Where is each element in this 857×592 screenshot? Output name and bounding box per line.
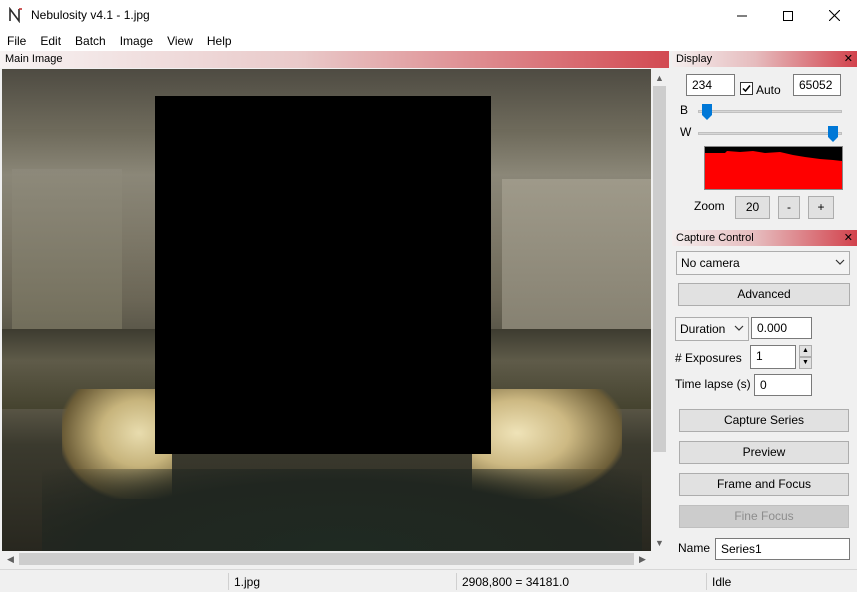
- scroll-left-icon[interactable]: ◀: [2, 551, 19, 568]
- w-slider-thumb[interactable]: [827, 126, 838, 142]
- background-wall-panel: [502, 179, 651, 329]
- redaction-block: [155, 96, 491, 454]
- display-title: Display: [676, 53, 713, 65]
- horizontal-scrollbar[interactable]: ◀ ▶: [2, 551, 651, 567]
- jacket: [42, 469, 642, 551]
- status-state: Idle: [712, 575, 732, 589]
- nebulosity-logo-icon: [9, 7, 22, 23]
- exposures-input[interactable]: 1: [750, 345, 796, 369]
- image-viewport[interactable]: [2, 69, 651, 551]
- scroll-right-icon[interactable]: ▶: [634, 551, 651, 568]
- main-image-header: Main Image: [0, 51, 669, 68]
- histogram: [704, 146, 843, 190]
- app-window: Nebulosity v4.1 - 1.jpg File Edit Batch …: [0, 0, 857, 592]
- vertical-scrollbar[interactable]: ▲ ▼: [651, 69, 668, 551]
- scroll-up-icon[interactable]: ▲: [651, 69, 668, 86]
- vertical-scroll-thumb[interactable]: [653, 86, 666, 452]
- checkmark-icon: [742, 85, 751, 93]
- background-wall-panel-left: [12, 169, 122, 329]
- main-image-panel: Main Image ▲ ▼ ◀ ▶: [0, 51, 669, 567]
- chevron-down-icon: [734, 325, 744, 331]
- capture-header: Capture Control ✕: [672, 230, 857, 246]
- capture-series-button[interactable]: Capture Series: [679, 409, 849, 432]
- menu-help[interactable]: Help: [200, 31, 239, 51]
- close-panel-icon[interactable]: ✕: [844, 231, 853, 244]
- menu-edit[interactable]: Edit: [33, 31, 68, 51]
- b-slider-label: B: [680, 103, 689, 117]
- menu-view[interactable]: View: [160, 31, 200, 51]
- spin-down-icon[interactable]: ▼: [799, 357, 812, 369]
- minimize-icon: [737, 15, 747, 16]
- fine-focus-button[interactable]: Fine Focus: [679, 505, 849, 528]
- menu-image[interactable]: Image: [113, 31, 160, 51]
- scroll-down-icon[interactable]: ▼: [651, 534, 668, 551]
- timelapse-label: Time lapse (s): [675, 377, 751, 391]
- exposures-label: # Exposures: [675, 351, 742, 365]
- duration-select[interactable]: Duration: [675, 317, 749, 341]
- auto-checkbox[interactable]: [740, 82, 753, 95]
- zoom-value-button[interactable]: 20: [735, 196, 770, 219]
- b-slider-thumb[interactable]: [702, 104, 713, 120]
- spin-up-icon[interactable]: ▲: [799, 345, 812, 357]
- horizontal-scroll-thumb[interactable]: [19, 553, 634, 565]
- close-button[interactable]: [811, 0, 857, 31]
- histogram-fill: [705, 151, 842, 189]
- timelapse-input[interactable]: 0: [754, 374, 812, 396]
- window-title: Nebulosity v4.1 - 1.jpg: [31, 8, 150, 22]
- black-point-input[interactable]: 234: [686, 74, 735, 96]
- minimize-button[interactable]: [719, 0, 765, 31]
- status-separator: [706, 573, 707, 590]
- capture-title: Capture Control: [676, 232, 754, 244]
- status-bar: 1.jpg 2908,800 = 34181.0 Idle: [0, 569, 857, 592]
- menu-batch[interactable]: Batch: [68, 31, 113, 51]
- status-filename: 1.jpg: [234, 575, 261, 589]
- maximize-icon: [783, 10, 793, 21]
- b-slider-track[interactable]: [698, 110, 842, 113]
- status-pixel-readout: 2908,800 = 34181.0: [462, 575, 570, 589]
- w-slider-label: W: [680, 125, 692, 139]
- w-slider-track[interactable]: [698, 132, 842, 135]
- status-separator: [456, 573, 457, 590]
- camera-select-value: No camera: [681, 256, 740, 270]
- name-label: Name: [678, 541, 711, 555]
- chevron-down-icon: [835, 259, 845, 265]
- menu-bar: File Edit Batch Image View Help: [0, 31, 857, 51]
- capture-control-panel: Capture Control ✕ No camera Advanced Dur…: [672, 230, 857, 567]
- series-name-input[interactable]: Series1: [715, 538, 850, 560]
- title-bar: Nebulosity v4.1 - 1.jpg: [0, 0, 857, 31]
- auto-label: Auto: [756, 83, 781, 97]
- advanced-button[interactable]: Advanced: [678, 283, 850, 306]
- display-panel: Display ✕ 234 Auto 65052 B W Zoom 20 - +: [672, 51, 857, 226]
- close-panel-icon[interactable]: ✕: [844, 52, 853, 65]
- duration-input[interactable]: 0.000: [751, 317, 812, 339]
- zoom-in-button[interactable]: +: [808, 196, 834, 219]
- frame-and-focus-button[interactable]: Frame and Focus: [679, 473, 849, 496]
- menu-file[interactable]: File: [0, 31, 33, 51]
- white-point-input[interactable]: 65052: [793, 74, 841, 96]
- status-separator: [228, 573, 229, 590]
- display-header: Display ✕: [672, 51, 857, 67]
- exposures-spinner[interactable]: ▲ ▼: [799, 345, 812, 369]
- maximize-button[interactable]: [765, 0, 811, 31]
- zoom-out-button[interactable]: -: [778, 196, 800, 219]
- close-icon: [828, 10, 840, 21]
- zoom-label: Zoom: [694, 199, 725, 213]
- histogram-graph: [705, 151, 842, 189]
- camera-select[interactable]: No camera: [676, 251, 850, 275]
- duration-select-value: Duration: [680, 322, 726, 336]
- preview-button[interactable]: Preview: [679, 441, 849, 464]
